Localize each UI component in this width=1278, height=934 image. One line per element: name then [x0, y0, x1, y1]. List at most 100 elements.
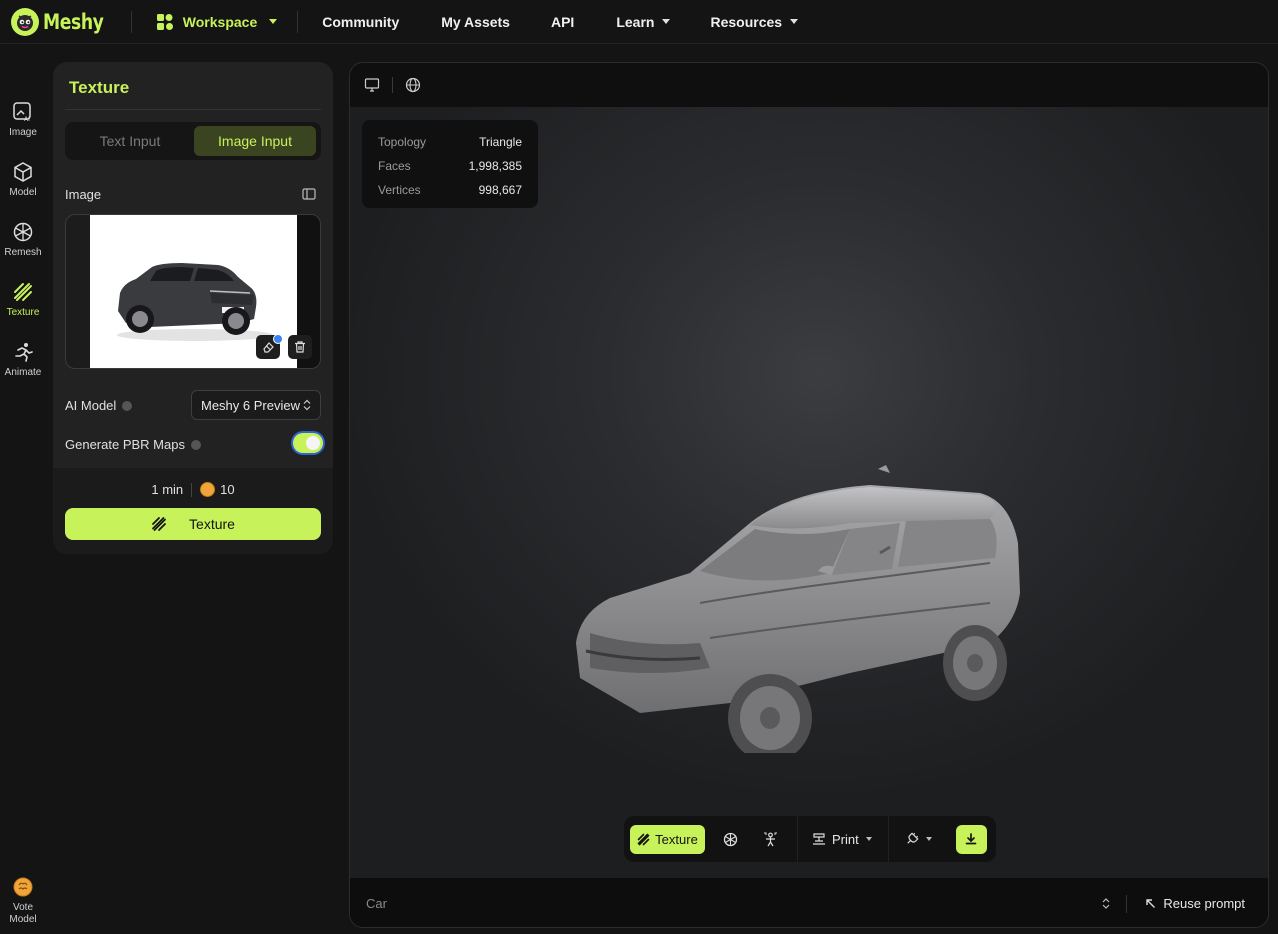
toolbar-print-button[interactable]: Print: [812, 832, 872, 847]
ai-model-label: AI Model: [65, 398, 117, 413]
remesh-icon: [13, 222, 33, 242]
nav-api[interactable]: API: [551, 14, 574, 30]
nav-workspace-label: Workspace: [182, 13, 258, 30]
stat-key: Vertices: [378, 183, 421, 197]
chevron-updown-icon[interactable]: [1102, 897, 1110, 910]
rail-item-image[interactable]: AI Image: [0, 101, 46, 138]
left-rail: AI Image Model Remesh Texture Animate Vo…: [0, 45, 46, 934]
toolbar-divider: [797, 816, 798, 862]
ai-model-row-label: AI Model: [65, 398, 133, 413]
rail-item-label: Texture: [6, 307, 40, 318]
input-mode-switch: Text Input Image Input: [65, 122, 321, 160]
image-ai-icon: AI: [13, 102, 31, 123]
ai-model-select[interactable]: Meshy 6 Preview: [191, 390, 321, 420]
model-viewer[interactable]: Topology Triangle Faces 1,998,385 Vertic…: [349, 62, 1269, 928]
trash-icon: [295, 341, 305, 353]
vote-label-line2: Model: [9, 914, 37, 925]
rail-item-label: Image: [9, 127, 37, 138]
nav-learn[interactable]: Learn: [616, 14, 671, 30]
prompt-divider: [1126, 894, 1128, 913]
stat-value: 998,667: [478, 183, 522, 197]
rail-item-label: Remesh: [4, 247, 42, 258]
remesh-icon: [723, 832, 737, 846]
nav-my-assets-label: My Assets: [441, 13, 510, 30]
nav-my-assets[interactable]: My Assets: [441, 14, 510, 30]
car-3d-model[interactable]: [550, 463, 1050, 753]
running-figure-icon: [15, 343, 33, 362]
tab-text-input[interactable]: Text Input: [69, 126, 191, 156]
rail-item-texture[interactable]: Texture: [0, 281, 46, 318]
rig-skeleton-icon: [763, 832, 777, 846]
chevron-down-icon: [662, 19, 671, 24]
texture-icon: [14, 283, 32, 301]
top-nav: Meshy Workspace Community My Assets API …: [0, 0, 1278, 44]
generation-cost: 1 min 10: [53, 482, 333, 497]
pbr-row-label: Generate PBR Maps: [65, 437, 201, 452]
panel-divider: [65, 109, 321, 110]
print-3d-icon: [813, 833, 825, 845]
arrow-up-left-icon: [1146, 899, 1156, 908]
logo-text: Meshy: [43, 9, 104, 34]
toolbar-remesh-button[interactable]: [715, 825, 745, 854]
stat-key: Topology: [378, 135, 427, 149]
rail-item-remesh[interactable]: Remesh: [0, 221, 46, 258]
cube-icon: [14, 162, 32, 182]
info-icon[interactable]: [190, 439, 201, 450]
stat-value: 1,998,385: [468, 159, 522, 173]
toolbar-print-label: Print: [832, 831, 859, 847]
download-icon: [965, 833, 977, 845]
fit-frame-icon[interactable]: [302, 187, 316, 201]
viewer-header-divider: [392, 77, 393, 93]
prompt-text[interactable]: Car: [366, 896, 1102, 911]
toolbar-texture-button[interactable]: Texture: [630, 824, 705, 854]
credit-coin-icon: [200, 482, 216, 497]
toolbar-download-button[interactable]: [955, 824, 987, 854]
reference-image-box[interactable]: [65, 214, 321, 369]
pro-badge-icon: [273, 334, 283, 344]
toggle-knob: [306, 436, 320, 450]
toolbar-plugin-button[interactable]: [905, 832, 932, 846]
rail-item-label: Animate: [4, 367, 42, 378]
logo-mascot-icon: [11, 7, 39, 36]
vote-label-line1: Vote: [12, 902, 34, 913]
chevron-updown-icon: [303, 399, 311, 411]
chevron-down-icon: [790, 19, 799, 24]
nav-api-label: API: [550, 13, 575, 30]
workspace-icon: [156, 13, 173, 30]
reuse-prompt-label: Reuse prompt: [1163, 896, 1245, 911]
pbr-toggle[interactable]: [293, 433, 323, 453]
globe-icon[interactable]: [405, 77, 421, 93]
info-icon[interactable]: [122, 400, 133, 411]
cost-divider: [191, 482, 193, 497]
generate-texture-button[interactable]: Texture: [65, 508, 321, 540]
nav-community[interactable]: Community: [322, 14, 399, 30]
nav-workspace[interactable]: Workspace: [156, 13, 278, 31]
reuse-prompt-button[interactable]: Reuse prompt: [1145, 896, 1245, 911]
delete-image-button[interactable]: [288, 335, 312, 359]
monitor-icon[interactable]: [364, 77, 380, 93]
chevron-down-icon: [269, 19, 278, 24]
plug-icon: [907, 832, 919, 844]
stat-key: Faces: [378, 159, 411, 173]
stat-row-faces: Faces 1,998,385: [378, 154, 522, 178]
svg-text:AI: AI: [24, 116, 30, 123]
texture-icon: [152, 517, 166, 531]
toolbar-texture-label: Texture: [655, 831, 698, 847]
generate-label: Texture: [189, 516, 235, 532]
nav-resources[interactable]: Resources: [710, 13, 799, 30]
eraser-icon: [263, 342, 274, 353]
viewer-toolbar: Texture Print: [624, 816, 996, 862]
rail-item-model[interactable]: Model: [0, 161, 46, 198]
nav-resources-label: Resources: [710, 13, 783, 30]
chevron-down-icon: [865, 837, 872, 841]
toolbar-rig-button[interactable]: [755, 825, 785, 854]
image-label: Image: [65, 187, 102, 202]
nav-divider: [297, 10, 299, 33]
tab-image-input[interactable]: Image Input: [194, 126, 316, 156]
rail-item-animate[interactable]: Animate: [0, 341, 46, 378]
stat-row-vertices: Vertices 998,667: [378, 178, 522, 202]
toolbar-divider: [887, 816, 889, 862]
panel-title: Texture: [69, 78, 130, 97]
vote-model-button[interactable]: Vote Model: [0, 876, 46, 926]
meshy-logo[interactable]: Meshy: [11, 7, 117, 36]
